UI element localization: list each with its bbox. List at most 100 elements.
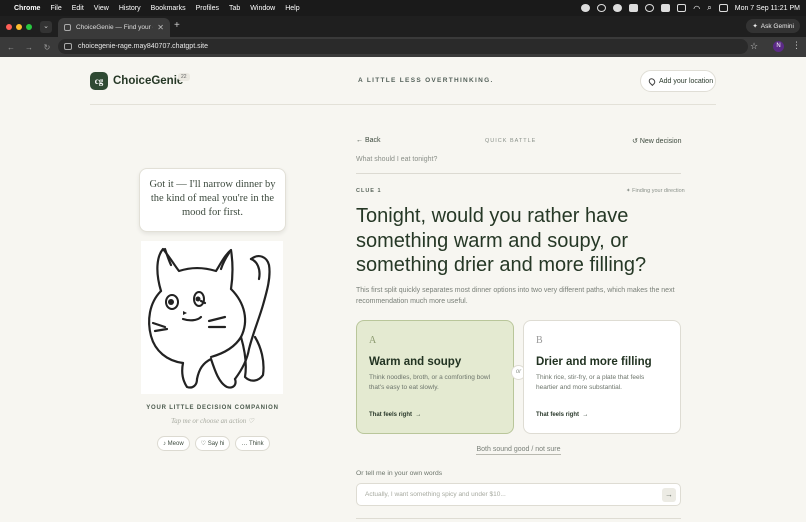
companion-speech-bubble: Got it — I'll narrow dinner by the kind …	[139, 168, 286, 232]
bottom-divider	[356, 518, 681, 519]
sparkle-icon: ✦	[626, 188, 631, 194]
own-words-label: Or tell me in your own words	[356, 470, 443, 477]
option-b-cta-label: That feels right	[536, 412, 580, 418]
minimize-window-button[interactable]	[16, 23, 22, 30]
reload-icon[interactable]: ↻	[40, 43, 54, 52]
companion-title: YOUR LITTLE DECISION COMPANION	[146, 405, 279, 411]
menu-help[interactable]: Help	[285, 5, 299, 12]
profile-avatar[interactable]: N	[773, 41, 784, 52]
tab-close-icon[interactable]: ✕	[157, 23, 164, 32]
bookmark-star-icon[interactable]: ☆	[750, 41, 758, 52]
menubar-clock[interactable]: Mon 7 Sep 11:21 PM	[735, 5, 800, 12]
menu-history[interactable]: History	[119, 5, 141, 12]
both-sound-good-link: Both sound good / not sure	[356, 446, 681, 455]
companion-actions: ♪ Meow ♡ Say hi … Think	[157, 436, 270, 451]
status-icon-1[interactable]	[581, 4, 591, 12]
site-info-icon[interactable]	[64, 43, 72, 50]
cat-drawing	[148, 247, 271, 389]
option-a-cta[interactable]: That feels right →	[369, 412, 421, 418]
option-b-description: Think rice, stir-fry, or a plate that fe…	[536, 374, 645, 391]
tab-search-dropdown-icon[interactable]: ⌄	[40, 20, 52, 33]
menu-file[interactable]: File	[50, 5, 61, 12]
own-words-input[interactable]: Actually, I want something spicy and und…	[356, 483, 681, 506]
browser-tab-active[interactable]: ChoiceGenie — Find your cle ✕	[58, 18, 170, 37]
logo[interactable]: cg ChoiceGenie 22	[90, 72, 190, 90]
back-label: Back	[364, 137, 381, 144]
gemini-sparkle-icon: ✦	[752, 23, 758, 30]
option-b-title: Drier and more filling	[536, 356, 652, 368]
think-button[interactable]: … Think	[235, 436, 270, 451]
own-words-placeholder: Actually, I want something spicy and und…	[365, 491, 506, 498]
option-a-letter: A	[369, 335, 377, 346]
clue-label: CLUE 1	[356, 188, 382, 194]
window-controls	[6, 23, 32, 30]
location-label: Add your location	[659, 77, 714, 85]
status-icon-4[interactable]	[629, 4, 639, 12]
macos-menubar: Chrome File Edit View History Bookmarks …	[0, 0, 806, 16]
mode-label: QUICK BATTLE	[485, 138, 537, 144]
page-content: cg ChoiceGenie 22 A LITTLE LESS OVERTHIN…	[0, 57, 806, 522]
option-a-description: Think noodles, broth, or a comforting bo…	[369, 374, 491, 391]
location-pin-icon	[647, 76, 657, 86]
header-divider	[90, 104, 716, 105]
address-bar[interactable]: choicegenie-rage.may840707.chatgpt.site	[58, 39, 748, 54]
menu-tab[interactable]: Tab	[229, 5, 240, 12]
menu-bookmarks[interactable]: Bookmarks	[151, 5, 186, 12]
option-a-card[interactable]: A Warm and soupy Think noodles, broth, o…	[356, 320, 514, 434]
forward-arrow-icon[interactable]: →	[22, 43, 36, 52]
tab-title: ChoiceGenie — Find your cle	[76, 24, 154, 31]
status-icon-3[interactable]	[613, 4, 623, 12]
option-a-title: Warm and soupy	[369, 356, 462, 368]
keyboard-input-icon[interactable]	[661, 4, 671, 12]
finding-label: Finding your direction	[632, 188, 685, 194]
ask-gemini-label: Ask Gemini	[760, 22, 794, 30]
menu-view[interactable]: View	[94, 5, 109, 12]
clue-headline: Tonight, would you rather have something…	[356, 205, 647, 276]
add-location-button[interactable]: Add your location	[640, 70, 716, 92]
companion-hint: Tap me or choose an action ♡	[171, 418, 254, 425]
option-b-cta[interactable]: That feels right →	[536, 412, 588, 418]
menu-window[interactable]: Window	[250, 5, 275, 12]
option-b-card[interactable]: B Drier and more filling Think rice, sti…	[523, 320, 681, 434]
refresh-icon: ↺	[632, 138, 638, 145]
menu-app-name[interactable]: Chrome	[14, 5, 40, 12]
browser-menu-icon[interactable]: ⋮	[792, 40, 801, 51]
back-arrow-icon: ←	[356, 137, 363, 144]
option-a-cta-label: That feels right	[369, 412, 413, 418]
do-not-disturb-icon[interactable]	[645, 4, 655, 12]
battery-icon[interactable]	[677, 4, 687, 12]
logo-mark-icon: cg	[90, 72, 108, 90]
back-arrow-icon[interactable]: ←	[4, 43, 18, 52]
clue-subtext: This first split quickly separates most …	[356, 287, 675, 305]
browser-toolbar: ← → ↻ choicegenie-rage.may840707.chatgpt…	[0, 37, 806, 57]
say-hi-button[interactable]: ♡ Say hi	[194, 436, 231, 451]
new-decision-label: New decision	[639, 138, 682, 145]
control-center-icon[interactable]	[718, 4, 728, 12]
close-window-button[interactable]	[6, 23, 12, 30]
tagline: A LITTLE LESS OVERTHINKING.	[358, 77, 494, 84]
option-b-letter: B	[536, 335, 543, 346]
menu-profiles[interactable]: Profiles	[196, 5, 219, 12]
browser-tabbar: ⌄ ChoiceGenie — Find your cle ✕ + ✦ Ask …	[0, 16, 806, 37]
tab-favicon-icon	[64, 24, 71, 31]
new-decision-button[interactable]: ↺ New decision	[632, 137, 681, 145]
arrow-right-icon: →	[413, 412, 422, 418]
question-text: What should I eat tonight?	[356, 156, 681, 174]
both-sound-good-label[interactable]: Both sound good / not sure	[476, 446, 561, 455]
maximize-window-button[interactable]	[26, 23, 32, 30]
back-button[interactable]: ← Back	[356, 137, 381, 144]
logo-badge: 22	[178, 73, 190, 81]
send-arrow-icon[interactable]: →	[662, 488, 676, 502]
url-text: choicegenie-rage.may840707.chatgpt.site	[78, 43, 208, 50]
companion-cat-illustration[interactable]	[141, 241, 283, 394]
new-tab-icon[interactable]: +	[174, 20, 180, 31]
status-icon-2[interactable]	[597, 4, 607, 12]
menu-edit[interactable]: Edit	[72, 5, 84, 12]
ask-gemini-button[interactable]: ✦ Ask Gemini	[746, 19, 800, 33]
spotlight-search-icon[interactable]: ⌕	[707, 3, 711, 13]
logo-text: ChoiceGenie	[113, 75, 184, 87]
finding-direction-status: ✦ Finding your direction	[626, 188, 685, 194]
wifi-icon[interactable]: ◠	[693, 4, 700, 13]
meow-button[interactable]: ♪ Meow	[157, 436, 190, 451]
arrow-right-icon: →	[580, 412, 589, 418]
